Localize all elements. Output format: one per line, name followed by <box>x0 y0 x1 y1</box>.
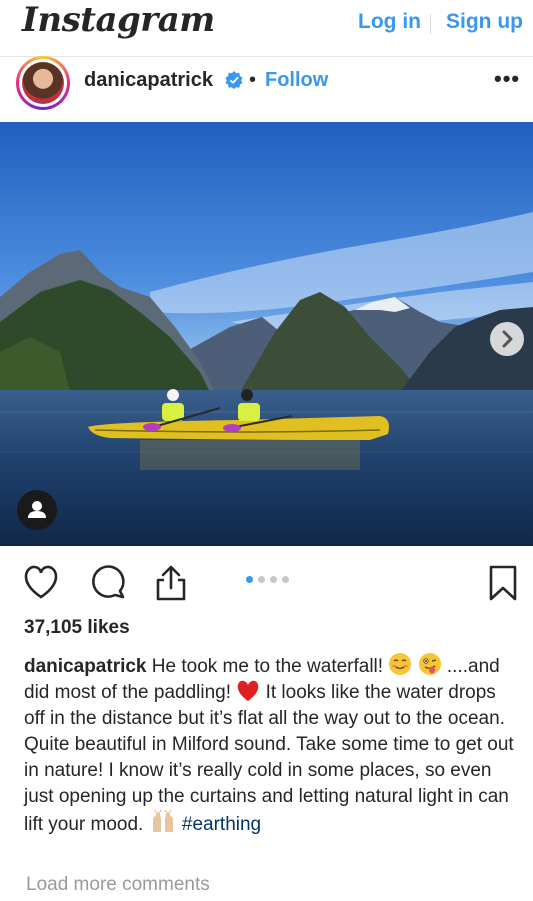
caption-text-3: It looks like the water drops off in the… <box>24 682 514 835</box>
load-more-comments[interactable]: Load more comments <box>26 874 210 896</box>
divider <box>430 14 431 34</box>
carousel-dot <box>270 576 277 583</box>
user-tag-icon[interactable] <box>17 490 57 530</box>
post-photo[interactable] <box>0 122 533 546</box>
bookmark-icon[interactable] <box>488 564 518 602</box>
login-link[interactable]: Log in <box>358 10 421 34</box>
hashtag-link[interactable]: #earthing <box>182 814 261 835</box>
post-caption: danicapatrick He took me to the waterfal… <box>24 652 518 838</box>
next-arrow-icon[interactable] <box>490 322 524 356</box>
winking-tongue-emoji <box>418 653 441 675</box>
caption-text-1: He took me to the waterfall! <box>146 656 389 677</box>
top-header: Instagram Log in Sign up <box>0 0 533 57</box>
smiling-face-emoji <box>389 653 412 675</box>
likes-count[interactable]: 37,105 likes <box>24 617 130 639</box>
heart-icon[interactable] <box>22 564 60 600</box>
share-icon[interactable] <box>154 564 188 602</box>
comment-icon[interactable] <box>90 564 126 600</box>
red-heart-emoji <box>238 680 259 701</box>
raised-hands-emoji <box>152 810 173 832</box>
carousel-indicator <box>246 570 294 583</box>
caption-username[interactable]: danicapatrick <box>24 656 147 677</box>
separator-dot: • <box>249 69 257 91</box>
follow-button[interactable]: Follow <box>265 69 328 92</box>
verified-badge-icon <box>225 71 243 89</box>
more-options-icon[interactable]: ••• <box>494 66 520 92</box>
action-bar <box>0 556 533 606</box>
carousel-dot <box>258 576 265 583</box>
instagram-logo[interactable]: Instagram <box>22 0 215 40</box>
signup-link[interactable]: Sign up <box>446 10 523 34</box>
carousel-dot <box>282 576 289 583</box>
avatar[interactable] <box>16 56 70 110</box>
post-username[interactable]: danicapatrick <box>84 69 213 92</box>
post-header: danicapatrick • Follow ••• <box>0 56 533 122</box>
carousel-dot-active <box>246 576 253 583</box>
